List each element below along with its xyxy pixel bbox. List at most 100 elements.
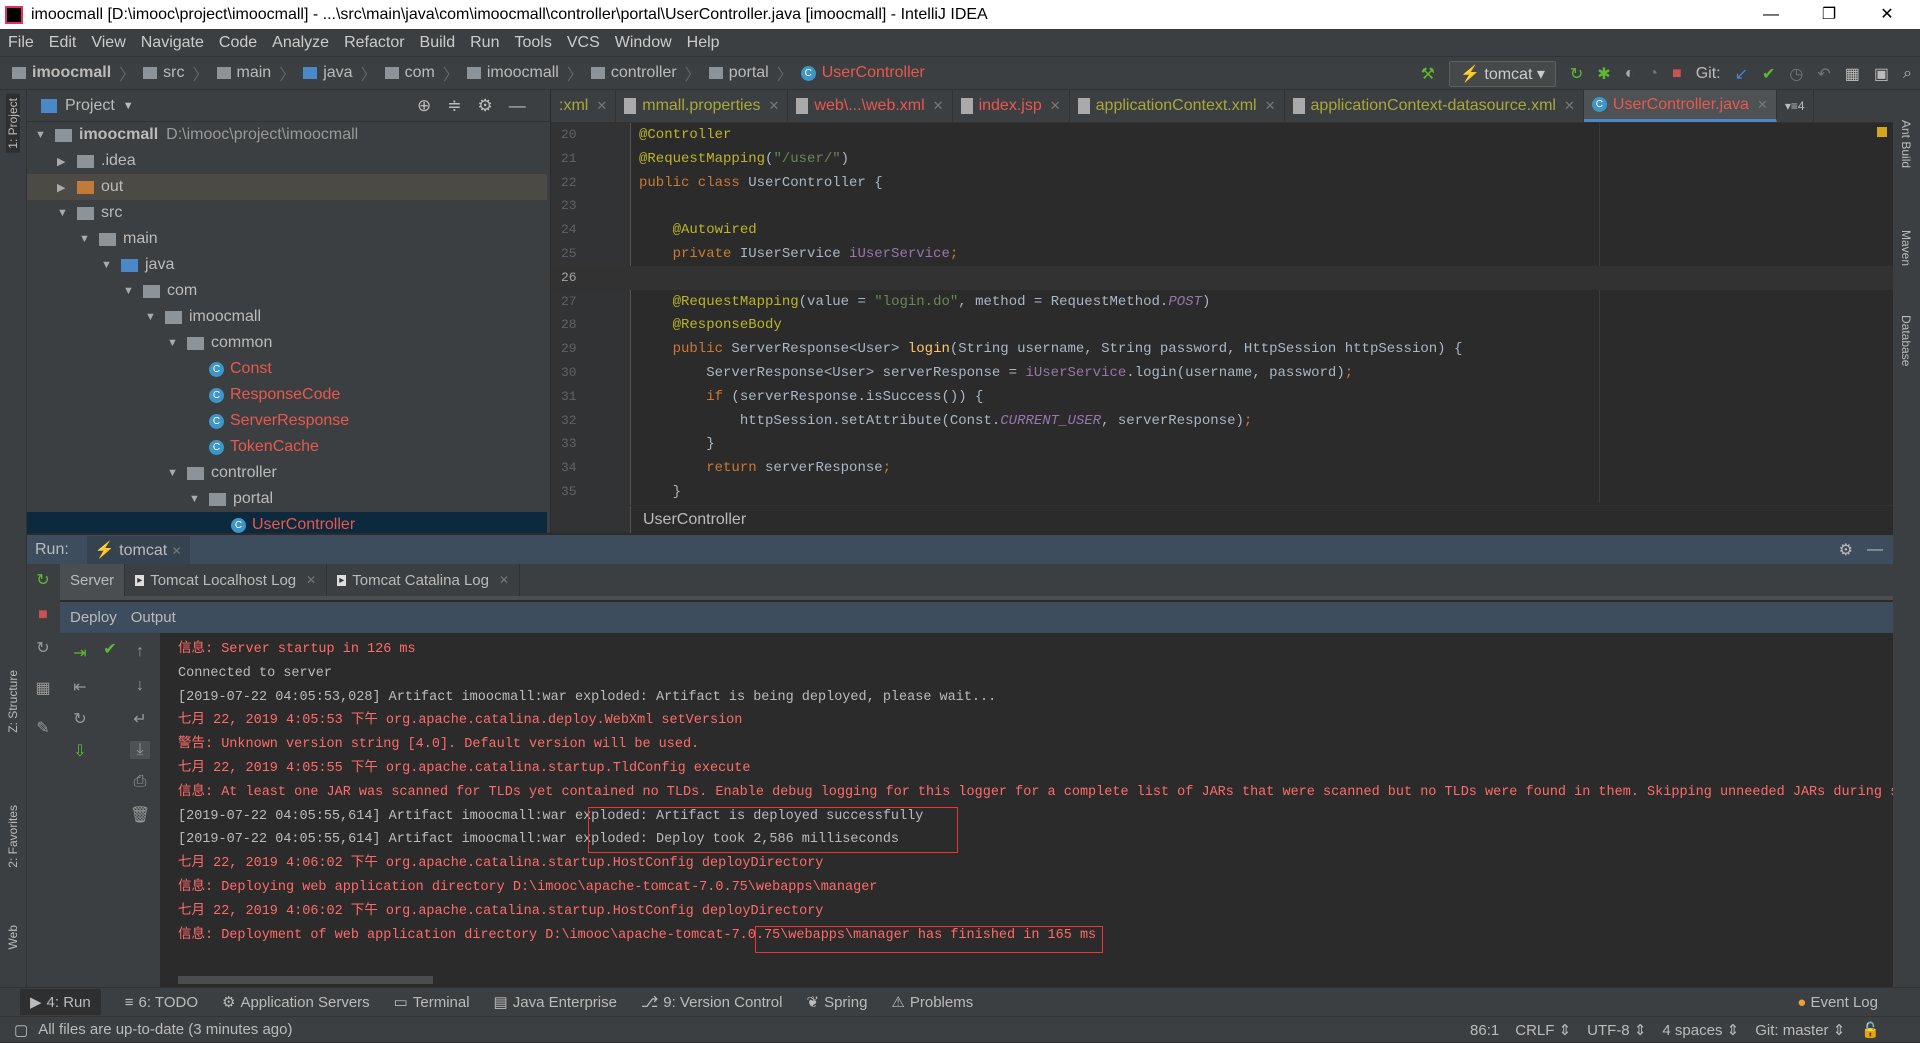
chevron-down-icon[interactable]: ▼ (57, 207, 71, 219)
menu-help[interactable]: Help (687, 34, 720, 52)
horizontal-scrollbar[interactable] (178, 976, 433, 984)
menu-run[interactable]: Run (470, 34, 499, 52)
build-hammer-icon[interactable]: ⚒ (1421, 64, 1435, 84)
tool-window-maven[interactable]: Maven (1899, 230, 1913, 266)
tree-item[interactable]: C Const (27, 356, 547, 382)
code-line[interactable]: 32 httpSession.setAttribute(Const.CURREN… (551, 409, 1893, 433)
output-tab[interactable]: Output (131, 609, 176, 626)
debug-icon[interactable]: ✱ (1597, 64, 1610, 84)
tool-button-4[interactable]: ▤ Java Enterprise (494, 989, 617, 1015)
breadcrumb-item[interactable]: imoocmall 〉 (12, 61, 143, 85)
editor-tab[interactable]: applicationContext.xml ✕ (1070, 90, 1285, 122)
scroll-up-icon[interactable]: ↑ (130, 643, 150, 661)
menu-vcs[interactable]: VCS (567, 34, 600, 52)
editor-tab[interactable]: mmall.properties ✕ (616, 90, 789, 122)
git-branch[interactable]: Git: master ⇕ (1755, 1021, 1845, 1039)
chevron-down-icon[interactable]: ▼ (79, 233, 93, 245)
breadcrumb-item[interactable]: imoocmall 〉 (466, 61, 591, 85)
menu-view[interactable]: View (91, 34, 125, 52)
tree-item[interactable]: ▼ imoocmall (27, 304, 547, 330)
menu-tools[interactable]: Tools (514, 34, 551, 52)
stop-icon[interactable]: ■ (33, 606, 53, 624)
code-line[interactable]: 33 } (551, 432, 1893, 456)
profile-icon[interactable]: ◔ (1648, 65, 1658, 83)
project-panel-title[interactable]: Project (65, 97, 115, 115)
tree-item[interactable]: ▼ controller (27, 460, 547, 486)
menu-refactor[interactable]: Refactor (344, 34, 404, 52)
restore-button[interactable]: ❐ (1806, 0, 1852, 29)
tool-window-database[interactable]: Database (1899, 315, 1913, 366)
minimize-button[interactable]: — (1748, 0, 1794, 29)
chevron-down-icon[interactable]: ▼ (167, 467, 181, 479)
update-icon[interactable]: ↻ (33, 638, 53, 658)
tree-item[interactable]: ▼ imoocmall D:\imooc\project\imoocmall (27, 122, 547, 148)
tree-item[interactable]: C ResponseCode (27, 382, 547, 408)
chevron-down-icon[interactable]: ▼ (145, 311, 159, 323)
editor-breadcrumb[interactable]: UserController (551, 505, 1893, 533)
lock-icon[interactable]: 🔓 (1861, 1021, 1880, 1039)
search-icon[interactable]: ⌕ (1903, 65, 1912, 83)
code-editor[interactable]: 20 @Controller 21 @RequestMapping("/user/")… (551, 123, 1893, 533)
hide-icon[interactable]: — (509, 96, 526, 116)
git-history-icon[interactable]: ◷ (1789, 64, 1803, 84)
code-line[interactable]: 30 ServerResponse<User> serverResponse =… (551, 361, 1893, 385)
run-tab-tomcat[interactable]: ⚡ tomcat ✕ (86, 535, 190, 564)
run-tab-2[interactable]: ▸ Tomcat Catalina Log ✕ (327, 564, 521, 596)
code-line[interactable]: 21 @RequestMapping("/user/") (551, 147, 1893, 171)
chevron-down-icon[interactable]: ▼ (167, 337, 181, 349)
menu-analyze[interactable]: Analyze (272, 34, 329, 52)
tree-item[interactable]: ▶ out (27, 174, 547, 200)
code-line[interactable]: 31 if (serverResponse.isSuccess()) { (551, 385, 1893, 409)
editor-tab[interactable]: C UserController.java ✕ (1583, 90, 1777, 122)
layout-icon[interactable]: ▣ (1874, 64, 1889, 84)
tool-button-5[interactable]: ⎇ 9: Version Control (641, 989, 783, 1015)
refresh-icon[interactable]: ↻ (70, 709, 90, 729)
locate-icon[interactable]: ⊕ (417, 96, 431, 116)
code-line[interactable]: 26 (551, 265, 1893, 290)
chevron-right-icon[interactable]: ▶ (57, 155, 71, 168)
close-tab-icon[interactable]: ✕ (1265, 98, 1276, 114)
rerun-icon[interactable]: ↻ (1570, 64, 1583, 84)
breadcrumb-item[interactable]: C UserController (800, 61, 925, 85)
layout-icon[interactable]: ▦ (33, 678, 53, 698)
tree-item[interactable]: ▼ java (27, 252, 547, 278)
run-tab-1[interactable]: ▸ Tomcat Localhost Log ✕ (125, 564, 328, 596)
close-tab-icon[interactable]: ✕ (1050, 98, 1061, 114)
chevron-down-icon[interactable]: ▼ (35, 129, 49, 141)
close-tab-icon[interactable]: ✕ (1757, 97, 1768, 113)
close-tab-icon[interactable]: ✕ (596, 98, 607, 114)
run-config-select[interactable]: ⚡ tomcat ▾ (1449, 61, 1556, 87)
chevron-down-icon[interactable]: ▼ (189, 493, 203, 505)
close-button[interactable]: ✕ (1864, 0, 1910, 29)
tree-item[interactable]: C ServerResponse (27, 408, 547, 434)
tree-item[interactable]: ▼ src (27, 200, 547, 226)
tree-item[interactable]: C UserController (27, 512, 547, 533)
editor-tab[interactable]: index.jsp ✕ (953, 90, 1070, 122)
tool-window-web[interactable]: Web (6, 925, 20, 949)
close-tab-icon[interactable]: ✕ (769, 98, 780, 114)
tree-item[interactable]: ▶ .idea (27, 148, 547, 174)
code-line[interactable]: 28 @ResponseBody (551, 313, 1893, 337)
tool-window-structure[interactable]: Z: Structure (6, 670, 20, 733)
tool-window-ant-build[interactable]: Ant Build (1899, 120, 1913, 168)
code-line[interactable]: 22 public class UserController { (551, 171, 1893, 195)
deploy-tab[interactable]: Deploy (70, 609, 117, 626)
code-line[interactable]: 27 @RequestMapping(value = "login.do", m… (551, 290, 1893, 314)
tool-button-7[interactable]: ⚠ Problems (891, 989, 973, 1015)
close-tab-icon[interactable]: ✕ (306, 573, 316, 587)
tool-button-2[interactable]: ⚙ Application Servers (222, 989, 370, 1015)
menu-code[interactable]: Code (219, 34, 257, 52)
tool-window-project[interactable]: 1: Project (6, 94, 20, 153)
line-separator[interactable]: CRLF ⇕ (1515, 1021, 1571, 1039)
run-settings-gear-icon[interactable]: ⚙ (1839, 540, 1853, 560)
inspection-warning-icon[interactable] (1877, 127, 1887, 137)
deploy-icon[interactable]: ⇥ (70, 643, 90, 663)
tool-button-6[interactable]: ❦ Spring (806, 989, 867, 1015)
collapse-all-icon[interactable]: ≑ (447, 96, 461, 116)
tab-overflow-icon[interactable]: ▾≡4 (1777, 90, 1814, 122)
chevron-right-icon[interactable]: ▶ (57, 181, 71, 194)
undeploy-icon[interactable]: ⇤ (70, 677, 90, 697)
run-hide-icon[interactable]: — (1867, 541, 1883, 559)
indent[interactable]: 4 spaces ⇕ (1662, 1021, 1739, 1039)
code-line[interactable]: 35 } (551, 480, 1893, 504)
